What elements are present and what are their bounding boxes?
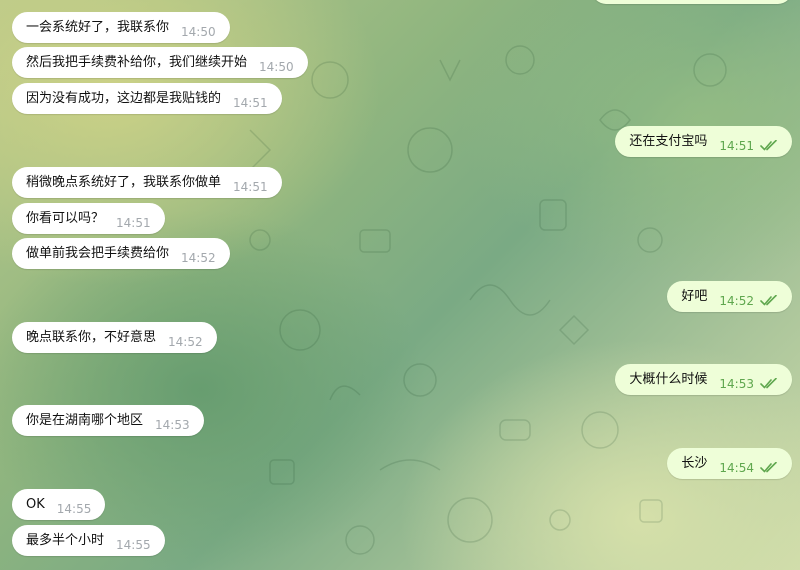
- message-text: 长沙: [681, 456, 708, 471]
- message-time: 14:55: [116, 537, 151, 552]
- double-check-icon: [760, 377, 777, 388]
- message-text: 晚点联系你，不好意思: [26, 330, 157, 345]
- message-time: 14:50: [259, 59, 294, 74]
- double-check-icon: [760, 461, 777, 472]
- outgoing-message-partial: [592, 0, 792, 4]
- double-check-icon: [760, 294, 777, 305]
- message-text: 做单前我会把手续费给你: [26, 246, 170, 261]
- message-time: 14:52: [719, 293, 754, 308]
- incoming-message[interactable]: 你是在湖南哪个地区 14:53: [12, 405, 204, 436]
- outgoing-message[interactable]: 还在支付宝吗 14:51: [615, 126, 792, 157]
- incoming-message[interactable]: 你看可以吗？ 14:51: [12, 203, 165, 234]
- message-text: 你是在湖南哪个地区: [26, 413, 144, 428]
- message-text: 你看可以吗？: [26, 211, 105, 226]
- message-text: 稍微晚点系统好了，我联系你做单: [26, 175, 222, 190]
- message-text: 还在支付宝吗: [629, 134, 708, 149]
- message-time: 14:51: [116, 215, 151, 230]
- message-text: 因为没有成功，这边都是我贴钱的: [26, 91, 222, 106]
- message-time: 14:53: [155, 417, 190, 432]
- message-text: 然后我把手续费补给你，我们继续开始: [26, 55, 248, 70]
- message-text: OK: [26, 497, 45, 512]
- incoming-message[interactable]: 然后我把手续费补给你，我们继续开始 14:50: [12, 47, 308, 78]
- message-text: 最多半个小时: [26, 533, 105, 548]
- incoming-message[interactable]: 稍微晚点系统好了，我联系你做单 14:51: [12, 167, 282, 198]
- incoming-message[interactable]: 晚点联系你，不好意思 14:52: [12, 322, 217, 353]
- message-time: 14:51: [233, 179, 268, 194]
- message-time: 14:53: [719, 376, 754, 391]
- incoming-message[interactable]: 最多半个小时 14:55: [12, 525, 165, 556]
- message-time: 14:54: [719, 460, 754, 475]
- message-time: 14:51: [233, 95, 268, 110]
- outgoing-message[interactable]: 好吧 14:52: [667, 281, 792, 312]
- message-time: 14:51: [719, 138, 754, 153]
- message-text: 大概什么时候: [629, 372, 708, 387]
- incoming-message[interactable]: 一会系统好了，我联系你 14:50: [12, 12, 230, 43]
- message-time: 14:50: [181, 24, 216, 39]
- message-text: 一会系统好了，我联系你: [26, 20, 170, 35]
- outgoing-message[interactable]: 大概什么时候 14:53: [615, 364, 792, 395]
- incoming-message[interactable]: OK 14:55: [12, 489, 106, 520]
- message-time: 14:52: [168, 334, 203, 349]
- message-text: 好吧: [681, 289, 708, 304]
- message-time: 14:52: [181, 250, 216, 265]
- double-check-icon: [760, 139, 777, 150]
- outgoing-message[interactable]: 长沙 14:54: [667, 448, 792, 479]
- incoming-message[interactable]: 做单前我会把手续费给你 14:52: [12, 238, 230, 269]
- incoming-message[interactable]: 因为没有成功，这边都是我贴钱的 14:51: [12, 83, 282, 114]
- message-time: 14:55: [56, 501, 92, 516]
